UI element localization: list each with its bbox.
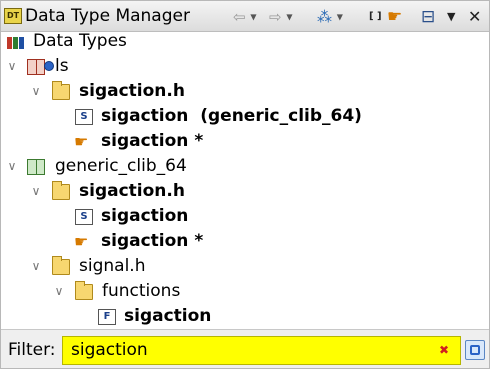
window-title: Data Type Manager: [25, 6, 190, 26]
tree-label: sigaction: [101, 206, 189, 226]
filter-bar: Filter: sigaction ✖: [1, 329, 489, 368]
close-button[interactable]: ✕: [468, 7, 481, 27]
tree-label: sigaction *: [101, 231, 204, 251]
title-bar: DT Data Type Manager ⇦ ▼ ⇨ ▼ ⁂ ▼ [ ] ☛ ⊟…: [1, 1, 489, 32]
collapse-toggle-icon[interactable]: ∨: [29, 179, 43, 204]
structure-icon: S: [75, 109, 93, 125]
filter-label: Filter:: [8, 340, 56, 360]
pointer-filter-button[interactable]: ☛: [387, 7, 402, 27]
data-types-root-icon: [7, 34, 27, 50]
hand-pointer-icon: ☛: [387, 7, 403, 27]
open-folder-icon: [52, 81, 70, 100]
filter-input[interactable]: sigaction: [62, 336, 461, 365]
tree-label: sigaction: [124, 306, 212, 326]
tree-node-folder[interactable]: ∨ sigaction.h: [1, 79, 489, 104]
tree-label: sigaction *: [101, 131, 204, 151]
preview-toggle-button[interactable]: [ ]: [369, 7, 382, 27]
forward-button[interactable]: ⇨ ▼: [269, 7, 293, 27]
filter-options-button[interactable]: [465, 340, 485, 360]
program-archive-icon: [27, 59, 45, 75]
archive-menu-button[interactable]: ⁂ ▼: [317, 7, 343, 27]
tree-node-pointer[interactable]: ☛ sigaction *: [1, 129, 489, 154]
tree-label: functions: [102, 281, 181, 301]
tree-node-function[interactable]: F sigaction: [1, 304, 489, 329]
minimize-button[interactable]: ⊟: [421, 7, 435, 27]
tree-node-datatype[interactable]: S sigaction: [1, 204, 489, 229]
filter-options-icon: [470, 345, 480, 355]
tree-node-folder[interactable]: ∨ signal.h: [1, 254, 489, 279]
open-folder-icon: [52, 181, 70, 200]
tree-label: ls: [55, 56, 69, 76]
collapse-toggle-icon[interactable]: ∨: [5, 154, 19, 179]
function-definition-icon: F: [98, 309, 116, 325]
tree-label: sigaction (generic_clib_64): [101, 106, 362, 126]
tree-root-data-types[interactable]: Data Types: [1, 29, 489, 54]
open-folder-icon: [52, 256, 70, 275]
pointer-icon: ☛: [74, 132, 89, 151]
forward-arrow-icon: ⇨: [269, 8, 282, 26]
back-arrow-icon: ⇦: [233, 8, 246, 26]
back-dropdown-icon[interactable]: ▼: [250, 13, 256, 22]
data-type-archive-icon: [27, 159, 45, 175]
tree-label: sigaction.h: [79, 181, 185, 201]
open-folder-icon: [75, 281, 93, 300]
checked-badge-icon: [44, 61, 54, 71]
collapse-toggle-icon[interactable]: ∨: [29, 79, 43, 104]
data-type-manager-icon: DT: [4, 8, 22, 24]
tree-node-archive[interactable]: ∨ ls: [1, 54, 489, 79]
collapse-toggle-icon[interactable]: ∨: [5, 54, 19, 79]
tree-label: Data Types: [33, 31, 127, 51]
data-type-tree[interactable]: Data Types ∨ ls ∨ sigaction.h S sigactio…: [1, 29, 489, 329]
tree-label: signal.h: [79, 256, 146, 276]
data-type-manager-panel: DT Data Type Manager ⇦ ▼ ⇨ ▼ ⁂ ▼ [ ] ☛ ⊟…: [0, 0, 490, 369]
tree-label: generic_clib_64: [55, 156, 187, 176]
archive-dropdown-icon[interactable]: ▼: [337, 13, 343, 22]
collapse-toggle-icon[interactable]: ∨: [29, 254, 43, 279]
collapse-toggle-icon[interactable]: ∨: [52, 279, 66, 304]
forward-dropdown-icon[interactable]: ▼: [286, 13, 292, 22]
back-button[interactable]: ⇦ ▼: [233, 7, 257, 27]
view-menu-button[interactable]: ▼: [447, 7, 455, 27]
clear-filter-icon[interactable]: ✖: [439, 343, 449, 357]
pointer-icon: ☛: [74, 232, 89, 251]
tree-node-folder[interactable]: ∨ functions: [1, 279, 489, 304]
tree-label: sigaction.h: [79, 81, 185, 101]
tree-node-archive[interactable]: ∨ generic_clib_64: [1, 154, 489, 179]
tree-node-pointer[interactable]: ☛ sigaction *: [1, 229, 489, 254]
tree-icon: ⁂: [317, 8, 332, 26]
structure-icon: S: [75, 209, 93, 225]
tree-node-folder[interactable]: ∨ sigaction.h: [1, 179, 489, 204]
tree-node-datatype[interactable]: S sigaction (generic_clib_64): [1, 104, 489, 129]
